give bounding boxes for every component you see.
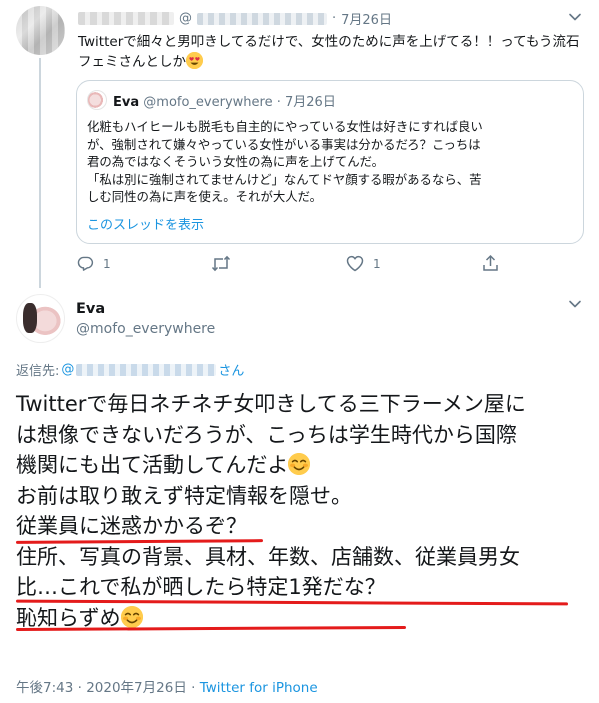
quoted-header: Eva @mofo_everywhere · 7月26日 (113, 91, 336, 110)
tweet-text: Twitterで細々と男叩きしてるだけで、女性のために声を上げてる！！ってもう流… (78, 33, 583, 72)
quoted-line: が、強制されて嫌々やっている女性がいる事実は分かるだろ？こっちは (87, 136, 481, 152)
reply-icon (77, 255, 94, 272)
tweet-date[interactable]: 7月26日 (341, 9, 392, 28)
quoted-name: Eva (113, 95, 140, 110)
tweet-text-content: Twitterで細々と男叩きしてるだけで、女性のために声を上げてる！！ってもう流… (78, 34, 580, 70)
tweet-metadata: 午後7:43 · 2020年7月26日 · Twitter for iPhone (16, 676, 318, 696)
reply-suffix: さん (218, 364, 245, 379)
quoted-line: しむ同性の為に声を使え。それが大人だ。 (87, 189, 323, 205)
quoted-avatar (87, 90, 107, 110)
retweet-button[interactable] (211, 255, 240, 272)
tweet-line: お前は取り敢えず特定情報を隠せ。 (16, 483, 352, 508)
tweet-line: 比…これで私が晒したら特定1発だな？ (16, 575, 386, 599)
replying-to: 返信先: @ さん (16, 360, 244, 379)
separator: · (332, 11, 337, 26)
smiling-blush-emoji-icon (120, 605, 143, 628)
quoted-line: 「私は別に強制されてませんけど」なんてドヤ顔する暇があるなら、苦 (87, 171, 482, 187)
avatar[interactable] (16, 6, 65, 55)
like-count: 1 (373, 256, 381, 271)
share-icon (482, 254, 499, 272)
like-button[interactable]: 1 (346, 255, 381, 272)
separator: · (276, 95, 281, 110)
reply-at[interactable]: @ (61, 362, 74, 377)
redacted-handle (197, 12, 327, 25)
tweet-line: 機関にも出て活動してんだよ (16, 450, 586, 481)
retweet-icon (211, 255, 231, 272)
tweet-line: 住所、写真の背景、具材、年数、店舗数、従業員男女 (16, 544, 520, 569)
tweet-timestamp[interactable]: 午後7:43 · 2020年7月26日 · (16, 680, 200, 696)
quoted-line: 化粧もハイヒールも脱毛も自主的にやっている女性は好きにすれば良い (87, 119, 483, 134)
tweet-line: 従業員に迷惑かかるぞ？ (16, 514, 247, 538)
chevron-down-icon[interactable] (568, 297, 582, 311)
thread-connector (39, 58, 41, 288)
show-thread-link[interactable]: このスレッドを表示 (87, 214, 204, 233)
reply-count: 1 (103, 256, 111, 271)
chevron-down-icon[interactable] (568, 10, 582, 24)
tweet-source-link[interactable]: Twitter for iPhone (200, 680, 318, 696)
tweet-line-text: 機関にも出て活動してんだよ (16, 453, 289, 477)
heart-icon (346, 255, 364, 272)
share-button[interactable] (482, 254, 499, 272)
reply-label: 返信先: (16, 364, 60, 379)
smiling-blush-emoji-icon (288, 453, 311, 475)
tweet-line-text: 恥知らずめ (16, 605, 121, 630)
tweet-text: Twitterで毎日ネチネチ女叩きしてる三下ラーメン屋に は想像できないだろうが… (16, 389, 586, 633)
tweet-line: は想像できないだろうが、こっちは学生時代から国際 (16, 422, 517, 447)
quoted-line: 君の為ではなくそういう女性の為に声を上げてんだ。 (87, 154, 385, 170)
author-handle[interactable]: @mofo_everywhere (76, 321, 215, 337)
redacted-name (78, 12, 174, 25)
avatar[interactable] (16, 294, 65, 343)
reply-button[interactable]: 1 (77, 255, 111, 272)
handle-prefix: @ (179, 11, 192, 26)
quoted-text: 化粧もハイヒールも脱毛も自主的にやっている女性は好きにすれば良い が、強制されて… (87, 118, 575, 206)
heart-eyes-emoji-icon (186, 52, 203, 69)
tweet-line: Twitterで毎日ネチネチ女叩きしてる三下ラーメン屋に (16, 392, 526, 416)
quoted-date: 7月26日 (285, 95, 336, 110)
quoted-handle: @mofo_everywhere (143, 95, 273, 110)
tweet-header: @ · 7月26日 (78, 9, 392, 28)
author-name[interactable]: Eva (76, 301, 105, 317)
redacted-reply-handle[interactable] (76, 363, 217, 376)
